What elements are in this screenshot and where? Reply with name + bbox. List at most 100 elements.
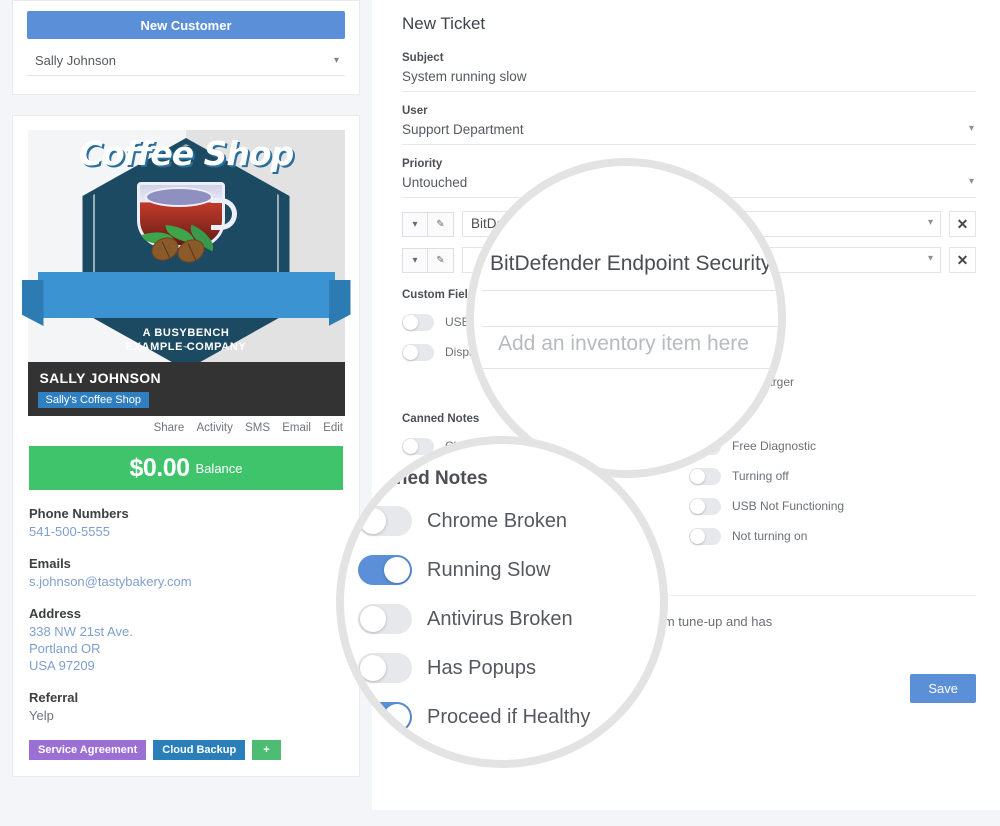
magnified-inventory-row-1: BitDefender Endpoint Security	[490, 252, 778, 276]
sms-link[interactable]: SMS	[245, 422, 270, 434]
toggle-turning-off[interactable]	[689, 467, 721, 485]
phone-number-value[interactable]: 541-500-5555	[29, 523, 343, 540]
magnified-toggle-has-popups[interactable]	[358, 653, 412, 683]
referral-block: Referral Yelp	[29, 690, 343, 724]
customer-name-bar: SALLY JOHNSON Sally's Coffee Shop	[27, 362, 345, 416]
magnified-toggle-antivirus-broken[interactable]	[358, 604, 412, 634]
inventory-dropdown-button[interactable]: ▾	[402, 247, 428, 273]
subject-field: Subject System running slow	[402, 52, 976, 92]
customer-select-value: Sally Johnson	[35, 53, 116, 68]
toggle-display[interactable]	[402, 343, 434, 361]
magnified-toggle-label: Antivirus Broken	[427, 607, 573, 630]
chevron-down-icon: ▾	[333, 55, 339, 66]
toggle-usb-drive[interactable]	[402, 313, 434, 331]
toggle-usb-not-functioning[interactable]	[689, 497, 721, 515]
magnified-inventory-row-2: Add an inventory item here	[498, 332, 778, 356]
address-block: Address 338 NW 21st Ave. Portland OR USA…	[29, 606, 343, 674]
address-label: Address	[29, 606, 82, 621]
chevron-down-icon: ▾	[927, 217, 933, 228]
chevron-down-icon: ▾	[927, 253, 933, 264]
magnified-toggle-chrome-broken[interactable]	[358, 506, 412, 536]
referral-value: Yelp	[29, 708, 54, 723]
customer-selector-card: New Customer Sally Johnson ▾	[12, 0, 360, 95]
inventory-row-2-controls: ▾ ✎	[402, 247, 454, 273]
priority-label: Priority	[402, 158, 443, 170]
inventory-dropdown-button[interactable]: ▾	[402, 211, 428, 237]
tag-cloud-backup[interactable]: Cloud Backup	[153, 740, 246, 760]
emails-block: Emails s.johnson@tastybakery.com	[29, 556, 343, 590]
balance-amount: $0.00	[129, 453, 190, 482]
magnified-inventory-placeholder[interactable]: Add an inventory item here	[498, 332, 778, 356]
tag-service-agreement[interactable]: Service Agreement	[29, 740, 147, 760]
magnified-divider-3	[482, 368, 778, 369]
magnified-toggle-running-slow[interactable]	[358, 555, 412, 585]
magnified-toggle-label: Has Popups	[427, 656, 536, 679]
email-value[interactable]: s.johnson@tastybakery.com	[29, 573, 343, 590]
add-tag-button[interactable]: +	[252, 740, 281, 760]
customer-logo: Coffee Shop A BUSYBENCH EXAMPLE COMPANY …	[27, 130, 345, 416]
toggle-label: Turning off	[732, 469, 789, 483]
email-link[interactable]: Email	[282, 422, 311, 434]
magnified-divider-1	[482, 290, 778, 291]
priority-select-value: Untouched	[402, 175, 468, 190]
balance-banner: $0.00 Balance	[29, 446, 343, 490]
save-button[interactable]: Save	[910, 674, 976, 703]
address-line-3[interactable]: USA 97209	[29, 657, 343, 674]
customer-sidebar: New Customer Sally Johnson ▾ Coffee Shop…	[12, 0, 360, 777]
logo-subtitle-line2: EXAMPLE COMPANY	[125, 341, 247, 353]
magnified-toggle-has-popups-row: Has Popups	[358, 653, 536, 683]
pencil-icon[interactable]: ✎	[428, 211, 454, 237]
magnified-toggle-label: Proceed if Healthy	[427, 705, 591, 728]
user-field: User Support Department ▾	[402, 105, 976, 145]
phone-numbers-label: Phone Numbers	[29, 506, 129, 521]
user-select[interactable]: Support Department ▾	[402, 122, 976, 145]
logo-subtitle-line1: A BUSYBENCH	[142, 327, 230, 339]
chevron-down-icon: ▾	[968, 176, 974, 187]
magnified-toggle-proceed-if-healthy-row: Proceed if Healthy	[358, 702, 590, 732]
user-select-value: Support Department	[402, 122, 524, 137]
logo-subtitle: A BUSYBENCH EXAMPLE COMPANY	[28, 326, 345, 354]
address-line-1[interactable]: 338 NW 21st Ave.	[29, 623, 343, 640]
balance-label: Balance	[195, 460, 243, 476]
share-link[interactable]: Share	[154, 422, 185, 434]
inventory-row-1-controls: ▾ ✎	[402, 211, 454, 237]
magnified-inventory-value[interactable]: BitDefender Endpoint Security	[490, 252, 778, 276]
magnified-toggle-label: Chrome Broken	[427, 509, 568, 532]
remove-inventory-row-2-button[interactable]: ✕	[949, 247, 976, 273]
magnifier-canned-notes: Canned Notes Chrome Broken Running Slow …	[336, 436, 668, 768]
address-line-2[interactable]: Portland OR	[29, 640, 343, 657]
toggle-row: USB Not Functioning	[689, 491, 976, 521]
toggle-row: Turning off	[689, 461, 976, 491]
canned-notes-right-column: Free Diagnostic Turning off USB Not Func…	[689, 431, 976, 581]
magnified-toggle-chrome-broken-row: Chrome Broken	[358, 506, 567, 536]
customer-name: SALLY JOHNSON	[39, 370, 161, 386]
toggle-not-turning-on[interactable]	[689, 527, 721, 545]
activity-link[interactable]: Activity	[196, 422, 232, 434]
magnified-toggle-proceed-if-healthy[interactable]	[358, 702, 412, 732]
emails-label: Emails	[29, 556, 71, 571]
toggle-label: Free Diagnostic	[732, 439, 817, 453]
subject-label: Subject	[402, 52, 444, 64]
customer-select[interactable]: Sally Johnson ▾	[27, 53, 345, 76]
pencil-icon[interactable]: ✎	[428, 247, 454, 273]
customer-company-tag[interactable]: Sally's Coffee Shop	[37, 392, 149, 408]
subject-input[interactable]: System running slow	[402, 69, 976, 92]
toggle-label: USB Not Functioning	[732, 499, 845, 513]
customer-tags: Service Agreement Cloud Backup +	[29, 740, 343, 760]
chevron-down-icon: ▾	[968, 123, 974, 134]
customer-profile-card: Coffee Shop A BUSYBENCH EXAMPLE COMPANY …	[12, 115, 360, 777]
remove-inventory-row-1-button[interactable]: ✕	[949, 211, 976, 237]
user-label: User	[402, 105, 428, 117]
magnified-divider-2	[482, 326, 778, 327]
toggle-label: Not turning on	[732, 529, 808, 543]
profile-action-links: Share Activity SMS Email Edit	[13, 416, 359, 434]
edit-link[interactable]: Edit	[323, 422, 343, 434]
magnifier-inventory: BitDefender Endpoint Security Add an inv…	[466, 158, 786, 478]
logo-ribbon	[37, 272, 335, 318]
coffee-beans-icon	[141, 224, 229, 267]
referral-label: Referral	[29, 690, 79, 705]
magnified-canned-notes-title: Canned Notes	[360, 468, 488, 489]
new-customer-button[interactable]: New Customer	[27, 11, 345, 39]
magnified-toggle-running-slow-row: Running Slow	[358, 555, 550, 585]
phone-numbers-block: Phone Numbers 541-500-5555	[29, 506, 343, 540]
